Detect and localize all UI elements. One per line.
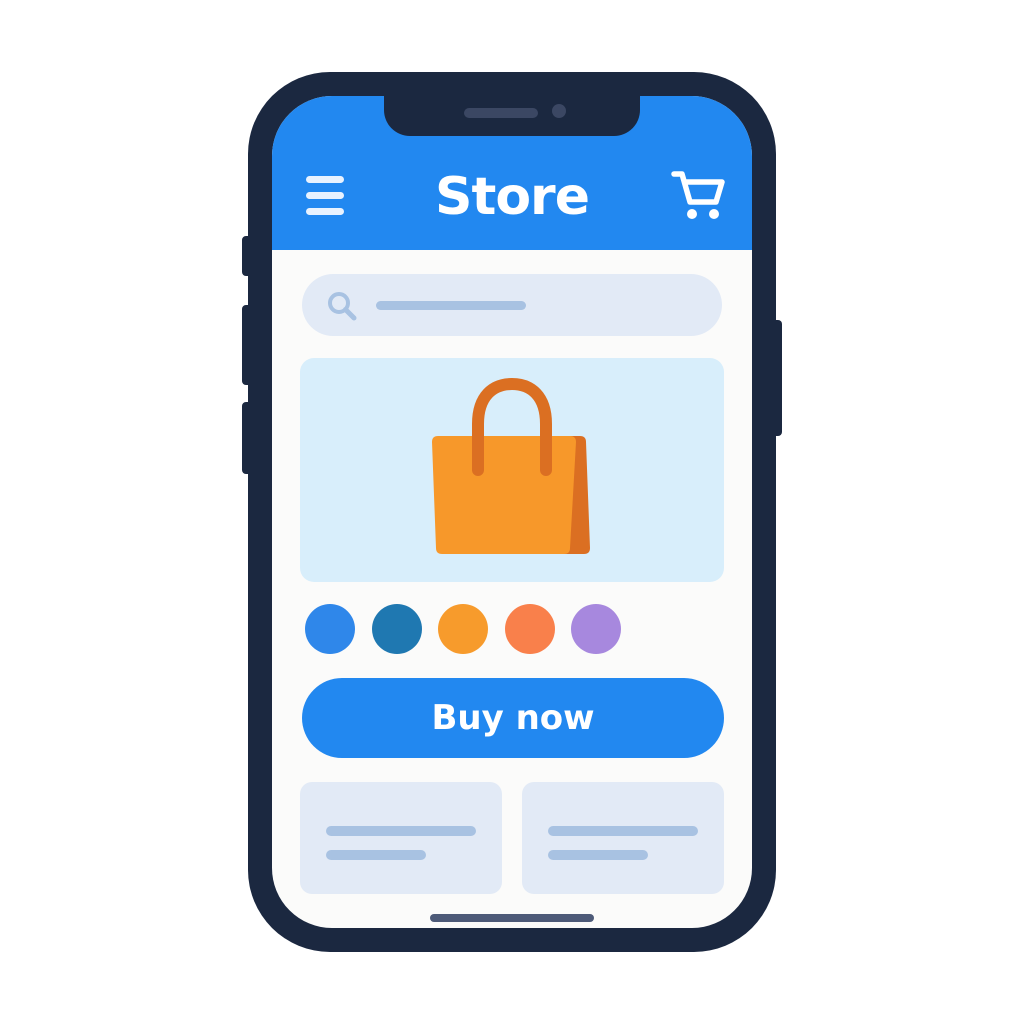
home-indicator[interactable] — [430, 914, 594, 922]
phone-frame: Store Buy now — [248, 72, 776, 952]
front-camera — [552, 104, 566, 118]
phone-notch — [384, 96, 640, 136]
product-image — [300, 358, 724, 582]
product-card-right[interactable] — [522, 782, 724, 894]
shopping-bag-icon — [430, 377, 594, 560]
product-card-left[interactable] — [300, 782, 502, 894]
page-title: Store — [435, 167, 590, 227]
card-text-line — [548, 850, 648, 860]
color-swatch-purple[interactable] — [571, 604, 621, 654]
card-text-line — [326, 850, 426, 860]
search-icon — [324, 288, 360, 324]
shopping-cart-icon[interactable] — [670, 168, 726, 222]
stage: Store Buy now — [0, 0, 1024, 1024]
card-text-line — [548, 826, 698, 836]
card-text-line — [326, 826, 476, 836]
hamburger-menu-icon[interactable] — [306, 174, 346, 218]
color-swatch-orange[interactable] — [438, 604, 488, 654]
buy-now-button[interactable]: Buy now — [302, 678, 724, 758]
speaker-grille — [464, 108, 538, 118]
color-swatch-coral[interactable] — [505, 604, 555, 654]
search-bar[interactable] — [302, 274, 722, 336]
search-placeholder-line — [376, 301, 526, 310]
color-swatch-dark-blue[interactable] — [372, 604, 422, 654]
phone-screen: Store Buy now — [272, 96, 752, 928]
color-swatch-blue[interactable] — [305, 604, 355, 654]
